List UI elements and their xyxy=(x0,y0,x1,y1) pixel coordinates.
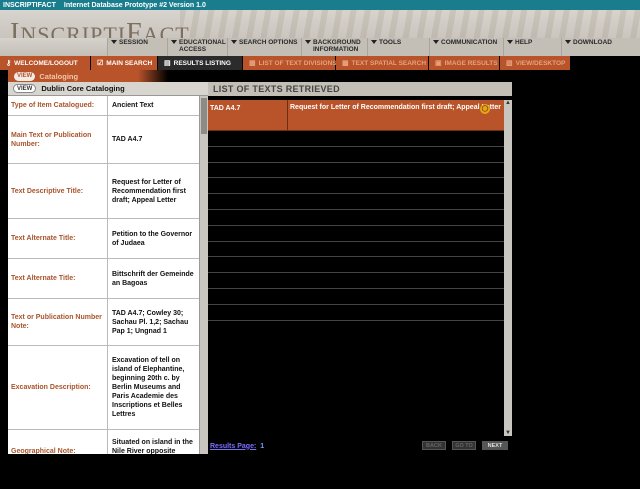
list-icon: ▤ xyxy=(164,60,171,67)
field-row: Main Text or Publication Number: TAD A4.7 xyxy=(8,116,199,164)
empty-row xyxy=(208,226,504,242)
empty-row xyxy=(208,147,504,163)
triangle-down-icon xyxy=(111,40,117,44)
key-icon: ⚷ xyxy=(6,60,12,67)
empty-row xyxy=(208,163,504,179)
tab-text-spatial-search[interactable]: ▩ TEXT SPATIAL SEARCH xyxy=(336,56,428,70)
dublin-core-header: VIEW Dublin Core Cataloging xyxy=(8,82,208,96)
results-header: LIST OF TEXTS RETRIEVED xyxy=(208,82,512,96)
tab-welcome-logout[interactable]: ⚷ WELCOME/LOGOUT xyxy=(0,56,90,70)
app-version: Internet Database Prototype #2 Version 1… xyxy=(63,1,206,9)
nav-background-information[interactable]: BACKGROUND INFORMATION xyxy=(301,38,367,56)
triangle-down-icon xyxy=(231,40,237,44)
triangle-down-icon xyxy=(171,40,177,44)
view-dublin-button[interactable]: VIEW xyxy=(13,84,37,93)
nav-communication[interactable]: COMMUNICATION xyxy=(429,38,503,56)
dublin-core-panel: VIEW Dublin Core Cataloging Type of Item… xyxy=(8,82,208,454)
field-row: Type of Item Catalogued: Ancient Text xyxy=(8,96,199,116)
field-row: Excavation Description: Excavation of tel… xyxy=(8,346,199,430)
tab-results-listing[interactable]: ▤ RESULTS LISTING xyxy=(158,56,242,70)
result-row[interactable]: TAD A4.7 Request for Letter of Recommend… xyxy=(208,100,504,131)
empty-row xyxy=(208,273,504,289)
triangle-down-icon xyxy=(305,40,311,44)
triangle-down-icon xyxy=(433,40,439,44)
field-row: Text Descriptive Title: Request for Lette… xyxy=(8,164,199,219)
nav-search-options[interactable]: SEARCH OPTIONS xyxy=(227,38,301,56)
empty-row xyxy=(208,194,504,210)
nav-download[interactable]: DOWNLOAD xyxy=(561,38,640,56)
tab-list-text-divisions[interactable]: ▦ LIST OF TEXT DIVISIONS xyxy=(243,56,337,70)
inscriptifact-logo: INSCRIPTIFACT xyxy=(10,18,190,38)
nav-tools[interactable]: TOOLS xyxy=(367,38,429,56)
cataloging-strip: VIEW Cataloging xyxy=(8,70,512,82)
results-scrollbar[interactable]: ▲ ▼ xyxy=(504,100,512,436)
field-row: Geographical Note: Situated on island in … xyxy=(8,430,199,454)
back-button[interactable]: BACK xyxy=(422,441,446,450)
page-number-link[interactable]: 1 xyxy=(260,443,264,450)
arrow-down-icon[interactable]: ▼ xyxy=(505,430,511,436)
tab-image-results[interactable]: ▣ IMAGE RESULTS xyxy=(429,56,499,70)
scroll-thumb[interactable] xyxy=(201,98,207,134)
results-panel: LIST OF TEXTS RETRIEVED TAD A4.7 Request… xyxy=(208,82,512,454)
field-row: Text Alternate Title: Bittschrift der Gem… xyxy=(8,259,199,299)
app-name: INSCRIPTIFACT xyxy=(3,1,56,9)
cataloging-label: Cataloging xyxy=(39,71,79,81)
arrow-up-icon[interactable]: ▲ xyxy=(505,100,511,106)
image-icon: ▣ xyxy=(435,60,442,67)
field-row: Text Alternate Title: Petition to the Gov… xyxy=(8,219,199,259)
empty-row xyxy=(208,289,504,305)
empty-row xyxy=(208,210,504,226)
triangle-down-icon xyxy=(565,40,571,44)
triangle-down-icon xyxy=(371,40,377,44)
tab-main-search[interactable]: ☑ MAIN SEARCH xyxy=(91,56,157,70)
triangle-down-icon xyxy=(507,40,513,44)
results-page-label: Results Page: xyxy=(210,442,257,450)
results-footer: Results Page: 1 BACK GO TO NEXT xyxy=(208,438,512,454)
nav-session[interactable]: SESSION xyxy=(107,38,167,56)
sub-nav: ⚷ WELCOME/LOGOUT ☑ MAIN SEARCH ▤ RESULTS LI… xyxy=(0,56,640,70)
nav-help[interactable]: HELP xyxy=(503,38,561,56)
nav-educational-access[interactable]: EDUCATIONAL ACCESS xyxy=(167,38,227,56)
header-decoration xyxy=(180,10,640,38)
empty-row xyxy=(208,257,504,274)
tab-view-desktop[interactable]: ▧ VIEW/DESKTOP xyxy=(500,56,570,70)
result-id: TAD A4.7 xyxy=(208,100,288,130)
site-header: INSCRIPTIFACT xyxy=(0,10,640,38)
results-table: TAD A4.7 Request for Letter of Recommend… xyxy=(208,100,504,321)
empty-row xyxy=(208,242,504,258)
field-row: Text or Publication Number Note: TAD A4.7… xyxy=(8,299,199,346)
empty-row xyxy=(208,305,504,321)
empty-row xyxy=(208,178,504,195)
title-bar: INSCRIPTIFACT Internet Database Prototyp… xyxy=(0,0,640,10)
desktop-icon: ▧ xyxy=(506,60,513,67)
dublin-core-title: Dublin Core Cataloging xyxy=(41,84,125,93)
goto-button[interactable]: GO TO xyxy=(452,441,476,450)
glasses-icon[interactable]: ◯ xyxy=(480,104,490,114)
next-button[interactable]: NEXT xyxy=(482,441,508,450)
view-cataloging-button[interactable]: VIEW xyxy=(14,71,36,81)
grid-icon: ▦ xyxy=(249,60,256,67)
empty-row xyxy=(208,131,504,147)
catalog-fields: Type of Item Catalogued: Ancient Text Mai… xyxy=(8,96,199,454)
spatial-icon: ▩ xyxy=(342,60,349,67)
result-title: Request for Letter of Recommendation fir… xyxy=(290,104,501,114)
left-scrollbar[interactable] xyxy=(199,96,208,454)
checkbox-icon: ☑ xyxy=(97,60,104,67)
main-nav: SESSION EDUCATIONAL ACCESS SEARCH OPTION… xyxy=(0,38,640,56)
